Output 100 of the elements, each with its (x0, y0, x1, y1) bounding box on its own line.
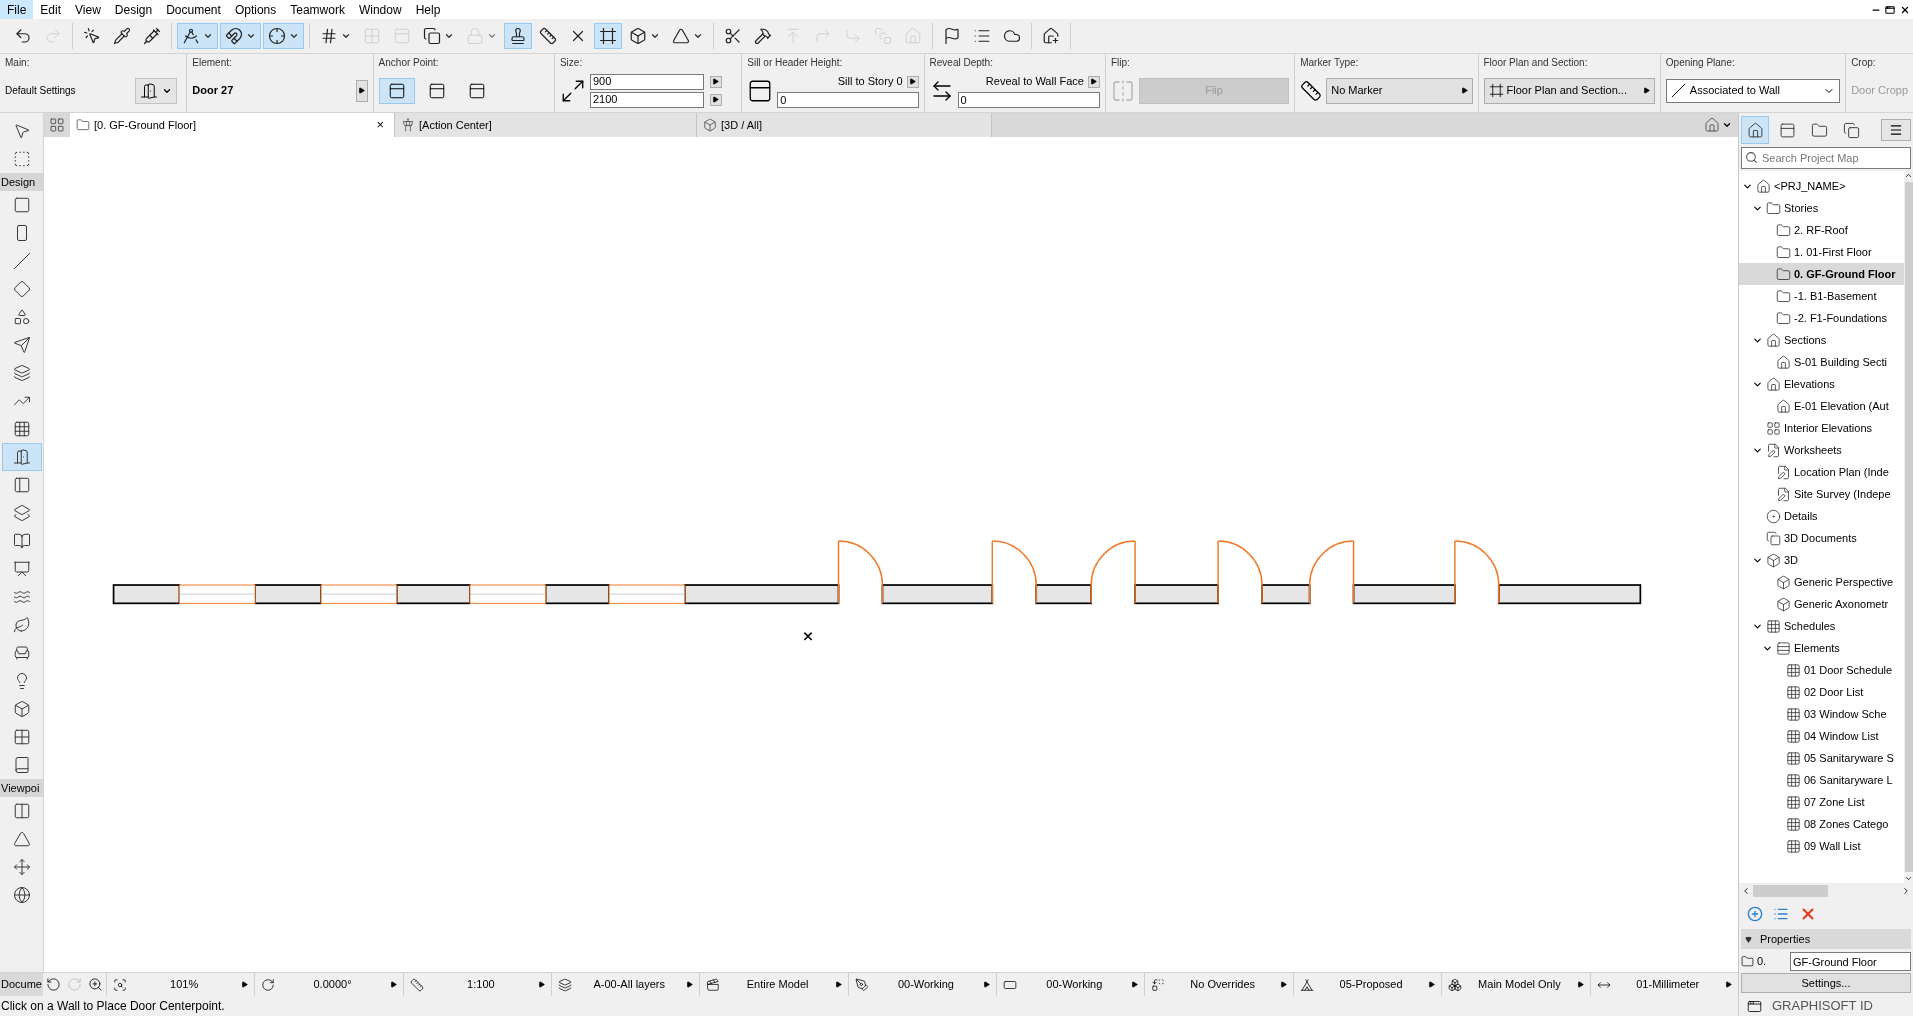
project-map-item[interactable]: 09 Wall List (1739, 835, 1904, 857)
menu-item[interactable]: File (0, 0, 34, 19)
reveal-depth-field[interactable]: 0 (957, 91, 1100, 108)
project-map-item[interactable]: Worksheets (1739, 439, 1904, 461)
project-map-item[interactable]: 07 Zone List (1739, 791, 1904, 813)
project-map-item[interactable]: Location Plan (Inde (1739, 461, 1904, 483)
item-label: E-01 Elevation (Aut (1794, 398, 1889, 414)
item-label: 07 Zone List (1804, 794, 1865, 810)
menu-item[interactable]: Document (159, 0, 228, 19)
close-tab-button[interactable]: × (372, 115, 388, 135)
menu-item[interactable]: Teamwork (283, 0, 352, 19)
item-label: 02 Door List (1804, 684, 1864, 700)
project-map-item[interactable]: Site Survey (Indepe (1739, 483, 1904, 505)
project-map-item[interactable]: Generic Perspective (1739, 571, 1904, 593)
project-map-item[interactable]: 03 Window Sche (1739, 703, 1904, 725)
menu-item[interactable]: Help (408, 0, 448, 19)
menu-item[interactable]: View (68, 0, 108, 19)
width-field[interactable]: 900 (589, 73, 704, 90)
account-label[interactable]: GRAPHISOFT ID (1772, 996, 1873, 1016)
item-label: -2. F1-Foundations (1794, 310, 1887, 326)
item-label: <PRJ_NAME> (1774, 178, 1846, 194)
project-map-item[interactable]: Generic Axonometr (1739, 593, 1904, 615)
properties-header[interactable]: Properties (1741, 929, 1911, 949)
section-label: Crop: (1851, 57, 1877, 69)
section-label: Flip: (1110, 57, 1131, 69)
item-label: 3D Documents (1784, 530, 1857, 546)
story-number: 0. (1757, 954, 1768, 970)
menu-item[interactable]: Edit (33, 0, 69, 19)
item-label: 09 Wall List (1804, 838, 1861, 854)
project-map-item[interactable]: 0. GF-Ground Floor (1739, 263, 1904, 285)
sill-height-field[interactable]: 0 (777, 91, 919, 108)
section-label: Element: (192, 57, 233, 69)
item-label: Schedules (1784, 618, 1836, 634)
view-tab[interactable]: [0. GF-Ground Floor] × (70, 113, 395, 137)
section-label: Marker Type: (1300, 57, 1360, 69)
item-label: 03 Window Sche (1804, 706, 1887, 722)
project-map-item[interactable]: Sections (1739, 329, 1904, 351)
item-label: 06 Sanitaryware L (1804, 772, 1893, 788)
project-map-item[interactable]: <PRJ_NAME> (1739, 175, 1904, 197)
section-label: Main: (5, 57, 31, 69)
menu-item[interactable]: Window (351, 0, 409, 19)
project-map-item[interactable]: 05 Sanitaryware S (1739, 747, 1904, 769)
reveal-mode-label: Reveal to Wall Face (985, 74, 1084, 90)
project-map-item[interactable]: 04 Window List (1739, 725, 1904, 747)
project-map-item[interactable]: -1. B1-Basement (1739, 285, 1904, 307)
section-label: Size: (559, 57, 584, 69)
menu-item[interactable]: Options (227, 0, 284, 19)
project-map-item[interactable]: 3D Documents (1739, 527, 1904, 549)
tab-label: [0. GF-Ground Floor] (94, 117, 198, 133)
crop-value: Door Cropp (1851, 83, 1908, 99)
item-label: 3D (1784, 552, 1799, 568)
project-map-item[interactable]: S-01 Building Secti (1739, 351, 1904, 373)
settings-button[interactable]: Settings... (1741, 973, 1911, 993)
tab-label: [Action Center] (419, 117, 493, 133)
item-label: Generic Perspective (1794, 574, 1894, 590)
project-map-item[interactable]: Schedules (1739, 615, 1904, 637)
status-message: Click on a Wall to Place Door Centerpoint. (0, 998, 226, 1015)
project-map-item[interactable]: E-01 Elevation (Aut (1739, 395, 1904, 417)
item-label: Location Plan (Inde (1794, 464, 1889, 480)
project-map-item[interactable]: Details (1739, 505, 1904, 527)
section-label: Reveal Depth: (929, 57, 994, 69)
project-map-item[interactable]: Elevations (1739, 373, 1904, 395)
item-label: -1. B1-Basement (1794, 288, 1877, 304)
floor-plan-section-button[interactable]: Floor Plan and Section... (1483, 77, 1655, 104)
project-map-item[interactable]: 3D (1739, 549, 1904, 571)
search-field[interactable]: Search Project Map (1741, 147, 1911, 169)
opening-plane-dropdown[interactable]: Associated to Wall (1665, 78, 1841, 103)
marker-type-dropdown[interactable]: No Marker (1326, 77, 1473, 104)
project-map-item[interactable]: 01 Door Schedule (1739, 659, 1904, 681)
project-map-item[interactable]: 08 Zones Catego (1739, 813, 1904, 835)
story-name-field[interactable]: GF-Ground Floor (1790, 952, 1911, 971)
sill-mode-label: Sill to Story 0 (837, 74, 903, 90)
item-label: Generic Axonometr (1794, 596, 1889, 612)
toolbox-section-title: Design (0, 173, 43, 191)
view-tab[interactable]: [Action Center] (395, 113, 697, 137)
project-map-item[interactable]: Elements (1739, 637, 1904, 659)
item-label: 2. RF-Roof (1794, 222, 1848, 238)
item-label: 05 Sanitaryware S (1804, 750, 1894, 766)
project-map-item[interactable]: -2. F1-Foundations (1739, 307, 1904, 329)
item-label: Site Survey (Indepe (1794, 486, 1891, 502)
item-label: Details (1784, 508, 1818, 524)
menu-item[interactable]: Design (107, 0, 160, 19)
item-label: Elevations (1784, 376, 1835, 392)
project-map-item[interactable]: 06 Sanitaryware L (1739, 769, 1904, 791)
toolbox-section-title: Viewpoi (0, 779, 43, 797)
project-map-item[interactable]: 1. 01-First Floor (1739, 241, 1904, 263)
project-map-item[interactable]: Interior Elevations (1739, 417, 1904, 439)
section-label: Sill or Header Height: (747, 57, 844, 69)
height-field[interactable]: 2100 (589, 91, 704, 108)
document-tab[interactable]: Docume (0, 973, 43, 996)
project-map-item[interactable]: 02 Door List (1739, 681, 1904, 703)
project-map-item[interactable]: Stories (1739, 197, 1904, 219)
item-label: 01 Door Schedule (1804, 662, 1893, 678)
default-settings-label: Default Settings (5, 84, 77, 98)
project-map-item[interactable]: 2. RF-Roof (1739, 219, 1904, 241)
tab-label: [3D / All] (721, 117, 763, 133)
item-label: Stories (1784, 200, 1819, 216)
view-tab[interactable]: [3D / All] (697, 113, 992, 137)
item-label: Sections (1784, 332, 1827, 348)
item-label: S-01 Building Secti (1794, 354, 1887, 370)
